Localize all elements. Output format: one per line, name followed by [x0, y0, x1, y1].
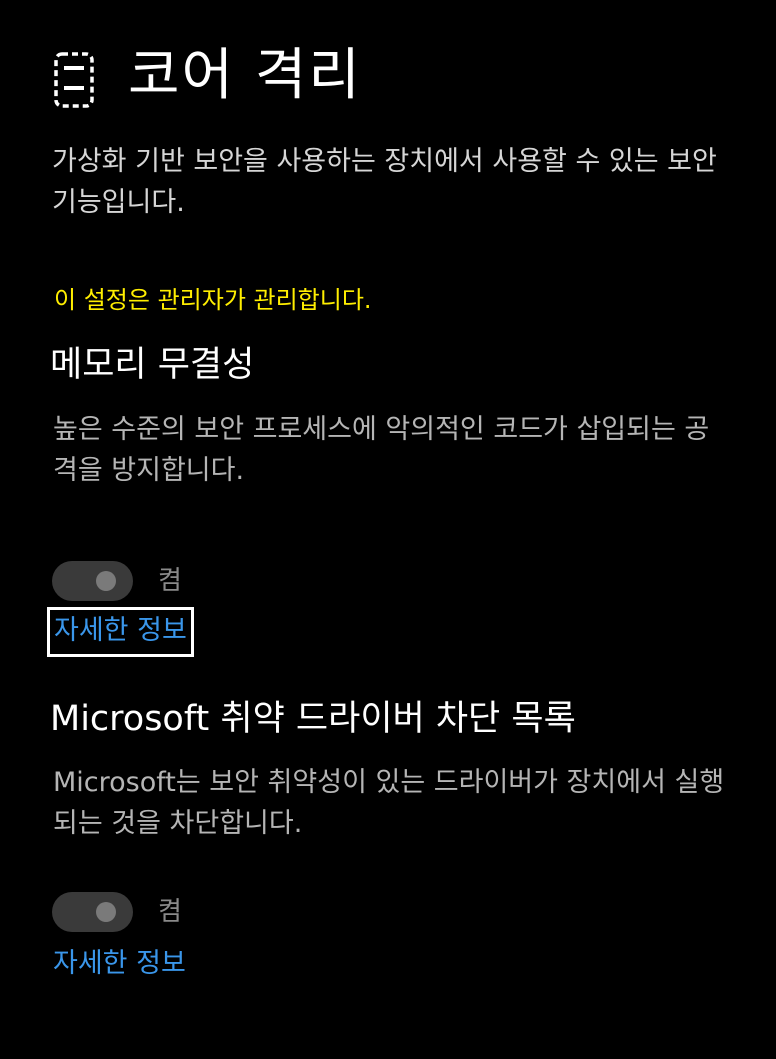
page-header	[50, 40, 98, 120]
driver-blocklist-description: Microsoft는 보안 취약성이 있는 드라이버가 장치에서 실행되는 것을…	[53, 767, 725, 839]
toggle-knob	[96, 902, 116, 922]
core-isolation-page: 코어 격리 가상화 기반 보안을 사용하는 장치에서 사용할 수 있는 보안 기…	[0, 0, 776, 1059]
memory-integrity-toggle-row: 켬	[52, 559, 182, 603]
memory-integrity-toggle[interactable]	[52, 561, 133, 601]
memory-integrity-description: 높은 수준의 보안 프로세스에 악의적인 코드가 삽입되는 공격을 방지합니다.	[53, 414, 710, 486]
driver-blocklist-toggle-row: 켬	[52, 890, 182, 934]
memory-integrity-title: 메모리 무결성	[50, 345, 255, 385]
core-isolation-chip-icon	[50, 50, 98, 110]
managed-by-admin-notice: 이 설정은 관리자가 관리합니다.	[54, 286, 372, 314]
page-title: 코어 격리	[128, 43, 362, 108]
driver-blocklist-title: Microsoft 취약 드라이버 차단 목록	[50, 699, 576, 739]
driver-blocklist-toggle-state: 켬	[158, 897, 182, 927]
driver-blocklist-toggle[interactable]	[52, 892, 133, 932]
page-description: 가상화 기반 보안을 사용하는 장치에서 사용할 수 있는 보안 기능입니다.	[52, 146, 717, 218]
memory-integrity-toggle-state: 켬	[158, 566, 182, 596]
memory-integrity-learn-more-link[interactable]: 자세한 정보	[47, 607, 194, 657]
toggle-knob	[96, 571, 116, 591]
driver-blocklist-learn-more-link[interactable]: 자세한 정보	[53, 944, 186, 984]
